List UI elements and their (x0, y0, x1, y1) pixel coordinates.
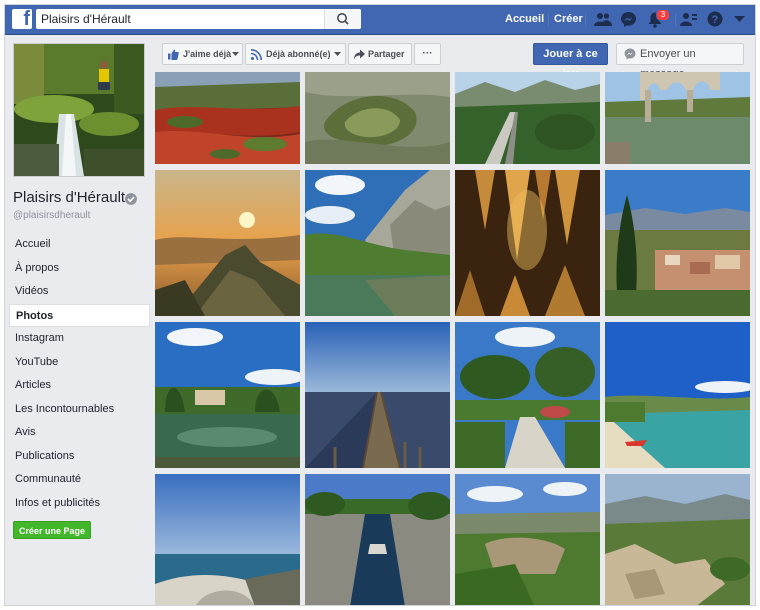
sidebar-item-articles[interactable]: Articles (9, 374, 150, 398)
play-game-button[interactable]: Jouer à ce jeu (533, 43, 608, 80)
photo-thumbnail[interactable] (455, 474, 600, 605)
chevron-down-icon (334, 52, 341, 56)
search-icon (337, 13, 349, 25)
svg-text:?: ? (712, 14, 719, 26)
nav-home-link[interactable]: Accueil (505, 5, 544, 34)
waterfall-profile-image (14, 44, 144, 176)
search-input[interactable] (41, 11, 321, 27)
create-page-button[interactable]: Créer une Page (13, 521, 91, 539)
page-username[interactable]: @plaisirsdherault (13, 210, 90, 221)
more-options-button[interactable]: ··· (414, 43, 441, 65)
sidebar-item-instagram[interactable]: Instagram (9, 327, 150, 351)
photo-thumbnail[interactable] (455, 322, 600, 468)
red-earth-landscape-photo (155, 72, 300, 164)
like-button[interactable]: J'aime déjà (162, 43, 243, 65)
thumbs-up-icon (168, 49, 179, 60)
photo-grid (155, 72, 751, 605)
rss-icon (251, 49, 262, 60)
top-bar: f Accueil Créer 3 (5, 5, 755, 35)
river-canyon-road-photo (455, 72, 600, 164)
canyon-cliffs-photo (455, 474, 600, 605)
follow-button[interactable]: Déjà abonné(e) (245, 43, 346, 65)
sidebar-item-communaute[interactable]: Communauté (9, 468, 150, 492)
sidebar-item-photos[interactable]: Photos (9, 303, 150, 327)
follow-button-label: Déjà abonné(e) (266, 49, 331, 59)
wooden-jetty-photo (305, 322, 450, 468)
photo-thumbnail[interactable] (155, 170, 300, 316)
photo-thumbnail[interactable] (605, 474, 750, 605)
photo-thumbnail[interactable] (605, 72, 750, 164)
sidebar-item-infos-publicites[interactable]: Infos et publicités (9, 492, 150, 516)
village-cypress-photo (605, 170, 750, 316)
sunset-mountain-photo (155, 170, 300, 316)
friends-icon[interactable] (594, 11, 612, 27)
sidebar-item-videos[interactable]: Vidéos (9, 280, 150, 304)
quick-help-icon[interactable] (680, 11, 698, 27)
nav-divider (675, 14, 676, 26)
messenger-icon[interactable] (620, 11, 637, 28)
sidebar-item-publications[interactable]: Publications (9, 445, 150, 469)
photo-thumbnail[interactable] (305, 72, 450, 164)
aerial-valley-photo (305, 72, 450, 164)
nav-divider (548, 14, 549, 26)
help-icon[interactable]: ? (707, 11, 723, 27)
sidebar-item-a-propos[interactable]: À propos (9, 257, 150, 281)
photo-thumbnail[interactable] (305, 322, 450, 468)
share-button[interactable]: Partager (348, 43, 412, 65)
sidebar-item-avis[interactable]: Avis (9, 421, 150, 445)
sidebar-item-incontournables[interactable]: Les Incontournables (9, 398, 150, 422)
notification-badge: 3 (656, 9, 670, 21)
pond-trees-photo (155, 322, 300, 468)
garden-path-photo (455, 322, 600, 468)
nav-create-link[interactable]: Créer (554, 5, 583, 34)
sidebar-item-accueil[interactable]: Accueil (9, 233, 150, 257)
nav-divider (585, 14, 586, 26)
like-button-label: J'aime déjà (183, 49, 232, 59)
send-message-button[interactable]: Envoyer un message (616, 43, 744, 80)
photo-thumbnail[interactable] (155, 72, 300, 164)
photo-thumbnail[interactable] (605, 322, 750, 468)
photo-thumbnail[interactable] (305, 474, 450, 605)
lake-beach-photo (605, 322, 750, 468)
cave-stalactites-photo (455, 170, 600, 316)
profile-picture[interactable] (13, 43, 145, 177)
photo-thumbnail[interactable] (455, 170, 600, 316)
page-sidebar-nav: Accueil À propos Vidéos Photos Instagram… (9, 233, 150, 515)
share-arrow-icon (354, 49, 365, 60)
lake-cliffs-photo (305, 170, 450, 316)
page-title[interactable]: Plaisirs d'Hérault (13, 189, 125, 206)
share-button-label: Partager (368, 49, 405, 59)
sidebar-item-youtube[interactable]: YouTube (9, 351, 150, 375)
verified-check-icon (125, 193, 137, 205)
sea-coast-photo (155, 474, 300, 605)
stone-bridge-photo (605, 72, 750, 164)
rocky-hills-photo (605, 474, 750, 605)
photo-thumbnail[interactable] (155, 474, 300, 605)
search-box[interactable] (36, 9, 361, 29)
canal-lock-photo (305, 474, 450, 605)
photo-thumbnail[interactable] (455, 72, 600, 164)
search-button[interactable] (324, 9, 361, 29)
photo-thumbnail[interactable] (305, 170, 450, 316)
browser-frame: f Accueil Créer 3 (4, 4, 756, 606)
dropdown-icon[interactable] (734, 16, 745, 23)
photo-thumbnail[interactable] (605, 170, 750, 316)
messenger-icon (624, 48, 636, 60)
photo-thumbnail[interactable] (155, 322, 300, 468)
facebook-logo-icon[interactable]: f (12, 8, 32, 30)
chevron-down-icon (232, 52, 239, 56)
